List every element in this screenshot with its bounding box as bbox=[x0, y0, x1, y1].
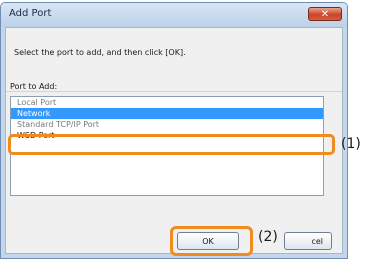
list-item-network[interactable]: Network bbox=[11, 108, 323, 119]
title-bar: Add Port ✕ bbox=[1, 3, 347, 27]
close-icon: ✕ bbox=[320, 8, 330, 20]
divider bbox=[6, 91, 342, 92]
close-button[interactable]: ✕ bbox=[308, 7, 342, 21]
instruction-text: Select the port to add, and then click [… bbox=[14, 48, 186, 57]
callout-highlight-2 bbox=[170, 226, 253, 256]
cancel-button[interactable]: cel bbox=[284, 232, 332, 250]
port-to-add-label: Port to Add: bbox=[10, 82, 58, 91]
list-item-standard-tcpip-port[interactable]: Standard TCP/IP Port bbox=[11, 119, 323, 130]
callout-label-2: (2) bbox=[258, 229, 278, 245]
dialog-title: Add Port bbox=[9, 8, 52, 19]
callout-label-1: (1) bbox=[341, 136, 361, 152]
list-item-local-port[interactable]: Local Port bbox=[11, 97, 323, 108]
callout-highlight-1 bbox=[8, 134, 335, 155]
